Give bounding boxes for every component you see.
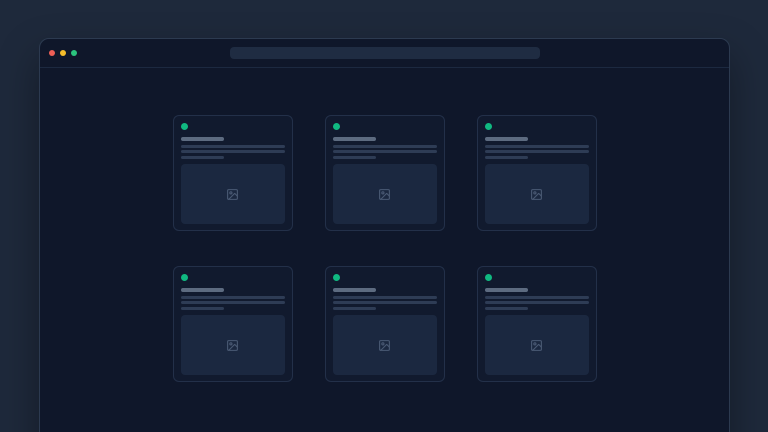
- image-icon: [530, 188, 543, 201]
- skeleton-line: [333, 156, 376, 159]
- skeleton-title: [181, 288, 224, 292]
- image-icon: [226, 188, 239, 201]
- skeleton-line: [181, 301, 285, 304]
- image-icon: [378, 188, 391, 201]
- status-dot-icon: [485, 123, 492, 130]
- card[interactable]: [173, 115, 293, 231]
- card[interactable]: [173, 266, 293, 382]
- skeleton-title: [333, 288, 376, 292]
- card[interactable]: [477, 115, 597, 231]
- card-grid: [40, 115, 729, 382]
- skeleton-line: [181, 307, 224, 310]
- skeleton-line: [181, 296, 285, 299]
- skeleton-line: [333, 307, 376, 310]
- window-controls: [49, 39, 77, 67]
- skeleton-line: [333, 296, 437, 299]
- skeleton-line: [485, 307, 528, 310]
- minimize-button[interactable]: [60, 50, 66, 56]
- image-placeholder: [333, 315, 437, 375]
- skeleton-line: [485, 301, 589, 304]
- page-content: [40, 115, 729, 382]
- image-placeholder: [485, 315, 589, 375]
- image-icon: [226, 339, 239, 352]
- skeleton-title: [485, 288, 528, 292]
- skeleton-line: [333, 301, 437, 304]
- image-placeholder: [181, 315, 285, 375]
- skeleton-line: [181, 150, 285, 153]
- image-placeholder: [181, 164, 285, 224]
- skeleton-line: [485, 296, 589, 299]
- skeleton-line: [333, 150, 437, 153]
- skeleton-title: [333, 137, 376, 141]
- status-dot-icon: [333, 123, 340, 130]
- skeleton-title: [485, 137, 528, 141]
- skeleton-title: [181, 137, 224, 141]
- skeleton-line: [485, 150, 589, 153]
- image-icon: [378, 339, 391, 352]
- url-bar[interactable]: [230, 47, 540, 59]
- skeleton-line: [485, 156, 528, 159]
- status-dot-icon: [181, 123, 188, 130]
- skeleton-line: [333, 145, 437, 148]
- browser-titlebar: [40, 39, 729, 68]
- card[interactable]: [325, 115, 445, 231]
- status-dot-icon: [333, 274, 340, 281]
- card[interactable]: [477, 266, 597, 382]
- skeleton-line: [181, 145, 285, 148]
- card[interactable]: [325, 266, 445, 382]
- status-dot-icon: [181, 274, 188, 281]
- skeleton-line: [181, 156, 224, 159]
- browser-window: [39, 38, 730, 432]
- zoom-button[interactable]: [71, 50, 77, 56]
- status-dot-icon: [485, 274, 492, 281]
- image-icon: [530, 339, 543, 352]
- image-placeholder: [333, 164, 437, 224]
- image-placeholder: [485, 164, 589, 224]
- close-button[interactable]: [49, 50, 55, 56]
- skeleton-line: [485, 145, 589, 148]
